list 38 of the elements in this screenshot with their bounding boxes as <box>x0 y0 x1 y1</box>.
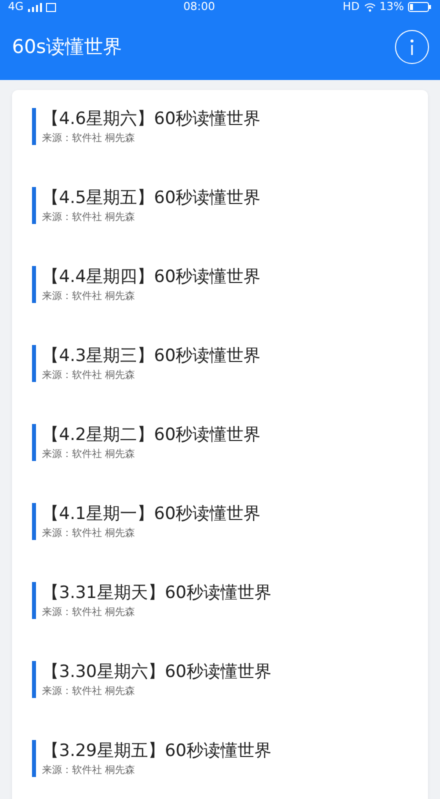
wifi-icon <box>364 2 376 12</box>
article-source: 来源：软件社 桐先森 <box>42 132 136 145</box>
article-source: 来源：软件社 桐先森 <box>42 527 136 540</box>
battery-percent: 13% <box>380 1 404 13</box>
info-button[interactable] <box>395 30 429 64</box>
image-icon <box>46 2 56 12</box>
article-item[interactable]: 【4.6星期六】60秒读懂世界 来源：软件社 桐先森 <box>32 108 428 145</box>
article-title: 【3.31星期天】60秒读懂世界 <box>42 582 272 604</box>
article-source: 来源：软件社 桐先森 <box>42 448 136 461</box>
article-source: 来源：软件社 桐先森 <box>42 606 136 619</box>
article-item[interactable]: 【4.5星期五】60秒读懂世界 来源：软件社 桐先森 <box>32 187 428 224</box>
info-icon <box>410 39 414 55</box>
article-title: 【4.2星期二】60秒读懂世界 <box>42 424 262 446</box>
article-item[interactable]: 【4.1星期一】60秒读懂世界 来源：软件社 桐先森 <box>32 503 428 540</box>
article-source: 来源：软件社 桐先森 <box>42 764 136 777</box>
page-title: 60s读懂世界 <box>12 35 122 60</box>
network-label: 4G <box>8 1 24 13</box>
article-title: 【4.1星期一】60秒读懂世界 <box>42 503 262 525</box>
article-source: 来源：软件社 桐先森 <box>42 369 136 382</box>
article-title: 【4.5星期五】60秒读懂世界 <box>42 187 262 209</box>
article-source: 来源：软件社 桐先森 <box>42 685 136 698</box>
article-item[interactable]: 【4.4星期四】60秒读懂世界 来源：软件社 桐先森 <box>32 266 428 303</box>
signal-icon <box>28 2 42 12</box>
article-source: 来源：软件社 桐先森 <box>42 211 136 224</box>
article-source: 来源：软件社 桐先森 <box>42 290 136 303</box>
article-title: 【4.4星期四】60秒读懂世界 <box>42 266 262 288</box>
article-item[interactable]: 【4.2星期二】60秒读懂世界 来源：软件社 桐先森 <box>32 424 428 461</box>
battery-icon <box>408 2 432 12</box>
article-item[interactable]: 【3.31星期天】60秒读懂世界 来源：软件社 桐先森 <box>32 582 428 619</box>
article-item[interactable]: 【3.29星期五】60秒读懂世界 来源：软件社 桐先森 <box>32 740 428 777</box>
hd-label: HD <box>342 1 360 13</box>
article-title: 【3.30星期六】60秒读懂世界 <box>42 661 272 683</box>
article-title: 【4.3星期三】60秒读懂世界 <box>42 345 262 367</box>
article-item[interactable]: 【4.3星期三】60秒读懂世界 来源：软件社 桐先森 <box>32 345 428 382</box>
status-time: 08:00 <box>183 1 216 13</box>
article-item[interactable]: 【3.30星期六】60秒读懂世界 来源：软件社 桐先森 <box>32 661 428 698</box>
article-title: 【3.29星期五】60秒读懂世界 <box>42 740 272 762</box>
article-title: 【4.6星期六】60秒读懂世界 <box>42 108 262 130</box>
